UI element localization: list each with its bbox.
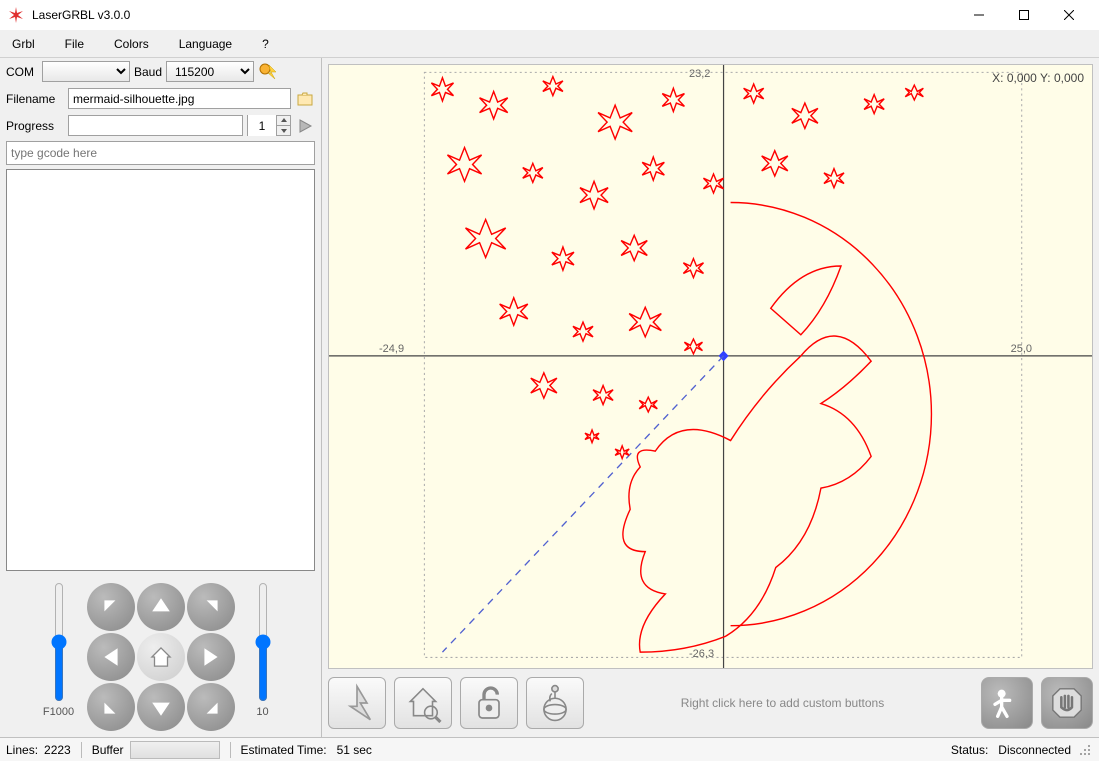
axis-tick-bottom: -26,3 [689,648,714,660]
maximize-button[interactable] [1001,0,1046,30]
jog-s-button[interactable] [137,683,185,731]
copies-up-button[interactable] [276,116,290,126]
minimize-button[interactable] [956,0,1001,30]
jog-e-button[interactable] [187,633,235,681]
left-panel: COM Baud 115200 Filename Progress [0,58,322,737]
jog-sw-button[interactable] [87,683,135,731]
step-label: 10 [256,706,268,718]
menu-file[interactable]: File [59,33,90,55]
connect-button[interactable] [258,62,278,82]
progress-label: Progress [6,119,64,133]
buffer-label: Buffer [92,743,124,757]
custom-buttons-hint[interactable]: Right click here to add custom buttons [592,696,973,710]
resume-button[interactable] [981,677,1033,729]
open-file-button[interactable] [295,89,315,109]
status-label: Status: [951,743,988,757]
gcode-input[interactable] [6,141,315,165]
preview-canvas[interactable]: 23,2 -24,9 25,0 -26,3 X: 0,000 Y: 0,000 [328,64,1093,669]
jog-w-button[interactable] [87,633,135,681]
menu-language[interactable]: Language [173,33,238,55]
eta-value: 51 sec [337,743,372,757]
progress-bar [68,115,243,136]
axis-tick-right: 25,0 [1011,343,1032,355]
window-title: LaserGRBL v3.0.0 [32,8,956,22]
menu-help[interactable]: ? [256,33,275,55]
reset-button[interactable] [328,677,386,729]
jog-panel: F1000 10 [0,577,321,737]
buffer-bar [130,741,220,759]
menubar: Grbl File Colors Language ? [0,30,1099,58]
run-button[interactable] [295,116,315,136]
filename-input[interactable] [68,88,291,109]
jog-home-button[interactable] [137,633,185,681]
bottom-toolbar: Right click here to add custom buttons [328,675,1093,731]
feedrate-slider[interactable] [49,582,69,702]
jog-n-button[interactable] [137,583,185,631]
baud-label: Baud [134,65,162,79]
baud-rate-select[interactable]: 115200 [166,61,254,82]
gcode-list[interactable] [6,169,315,571]
status-value: Disconnected [998,743,1071,757]
filename-label: Filename [6,92,64,106]
com-label: COM [6,65,38,79]
axis-tick-left: -24,9 [379,343,404,355]
jog-se-button[interactable] [187,683,235,731]
titlebar: LaserGRBL v3.0.0 [0,0,1099,30]
right-panel: 23,2 -24,9 25,0 -26,3 X: 0,000 Y: 0,000 … [322,58,1099,737]
step-slider[interactable] [253,582,273,702]
menu-grbl[interactable]: Grbl [6,33,41,55]
eta-label: Estimated Time: [241,743,327,757]
com-port-select[interactable] [42,61,130,82]
copies-spinner[interactable] [248,115,276,136]
axis-tick-top: 23,2 [689,68,710,80]
close-button[interactable] [1046,0,1091,30]
xy-readout: X: 0,000 Y: 0,000 [992,71,1084,85]
lines-value: 2223 [44,743,71,757]
unlock-button[interactable] [460,677,518,729]
copies-down-button[interactable] [276,126,290,136]
app-logo-icon [8,7,24,23]
homing-button[interactable] [394,677,452,729]
menu-colors[interactable]: Colors [108,33,155,55]
zero-button[interactable] [526,677,584,729]
lines-label: Lines: [6,743,38,757]
feedrate-label: F1000 [43,706,74,718]
resize-grip-icon[interactable] [1077,742,1093,758]
jog-ne-button[interactable] [187,583,235,631]
hold-button[interactable] [1041,677,1093,729]
statusbar: Lines: 2223 Buffer Estimated Time: 51 se… [0,737,1099,761]
jog-nw-button[interactable] [87,583,135,631]
